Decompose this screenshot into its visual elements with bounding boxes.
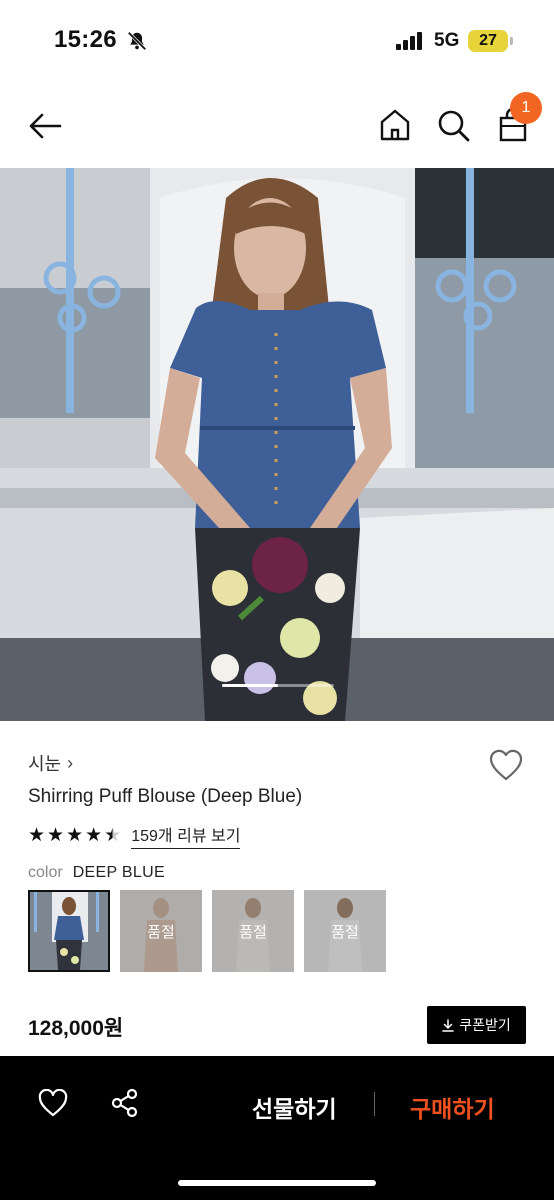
color-row: color DEEP BLUE — [28, 864, 165, 882]
battery-level: 27 — [468, 30, 508, 52]
status-time: 15:26 — [54, 26, 117, 53]
top-nav: 1 — [0, 84, 554, 168]
color-value: DEEP BLUE — [72, 864, 165, 881]
bottom-action-bar: 선물하기 구매하기 — [0, 1056, 554, 1200]
rating-row: ★ ★ ★ ★ ★ 159개 리뷰 보기 — [28, 822, 241, 849]
home-indicator — [178, 1180, 376, 1186]
star-icon: ★ — [85, 825, 103, 846]
brand-name: 시눈 — [28, 754, 62, 774]
star-icon: ★ — [66, 825, 84, 846]
product-price: 128,000원 — [28, 1017, 124, 1040]
star-icon: ★ — [47, 825, 65, 846]
battery-tip — [510, 37, 513, 45]
home-icon[interactable] — [376, 106, 414, 144]
color-label: color — [28, 864, 63, 881]
swatch-deep-blue[interactable] — [28, 890, 110, 972]
chevron-right-icon: › — [67, 752, 74, 773]
review-link[interactable]: 159개 리뷰 보기 — [131, 822, 241, 849]
heart-icon[interactable] — [38, 1089, 68, 1117]
heart-icon[interactable] — [488, 748, 524, 782]
bell-off-icon — [127, 31, 147, 51]
signal-icon — [396, 32, 422, 50]
product-photo — [0, 168, 554, 721]
coupon-label: 쿠폰받기 — [459, 1017, 511, 1033]
gift-button[interactable]: 선물하기 — [252, 1090, 337, 1124]
soldout-label: 품절 — [212, 890, 294, 972]
swatch-option[interactable]: 품절 — [120, 890, 202, 972]
rating-stars: ★ ★ ★ ★ ★ — [28, 826, 121, 845]
network-type: 5G — [434, 30, 460, 51]
buy-button[interactable]: 구매하기 — [410, 1090, 495, 1124]
brand-link[interactable]: 시눈 › — [28, 750, 73, 776]
coupon-button[interactable]: 쿠폰받기 — [427, 1006, 526, 1044]
search-icon[interactable] — [434, 106, 472, 144]
share-icon[interactable] — [110, 1088, 140, 1118]
star-icon: ★ — [28, 825, 46, 846]
swatch-option[interactable]: 품절 — [304, 890, 386, 972]
status-bar: 15:26 5G 27 — [0, 0, 554, 84]
soldout-label: 품절 — [120, 890, 202, 972]
carousel-indicator-active — [222, 684, 278, 687]
back-arrow-icon[interactable] — [26, 108, 64, 144]
soldout-label: 품절 — [304, 890, 386, 972]
color-swatches: 품절 품절 품절 — [28, 890, 386, 972]
product-image-carousel[interactable] — [0, 168, 554, 721]
download-icon — [442, 1018, 454, 1032]
product-title: Shirring Puff Blouse (Deep Blue) — [28, 786, 303, 807]
star-icon: ★ — [104, 825, 122, 846]
carousel-indicator — [222, 684, 334, 687]
cart-count-badge: 1 — [510, 92, 542, 124]
divider — [374, 1092, 375, 1116]
swatch-option[interactable]: 품절 — [212, 890, 294, 972]
swatch-thumbnail — [30, 892, 108, 970]
